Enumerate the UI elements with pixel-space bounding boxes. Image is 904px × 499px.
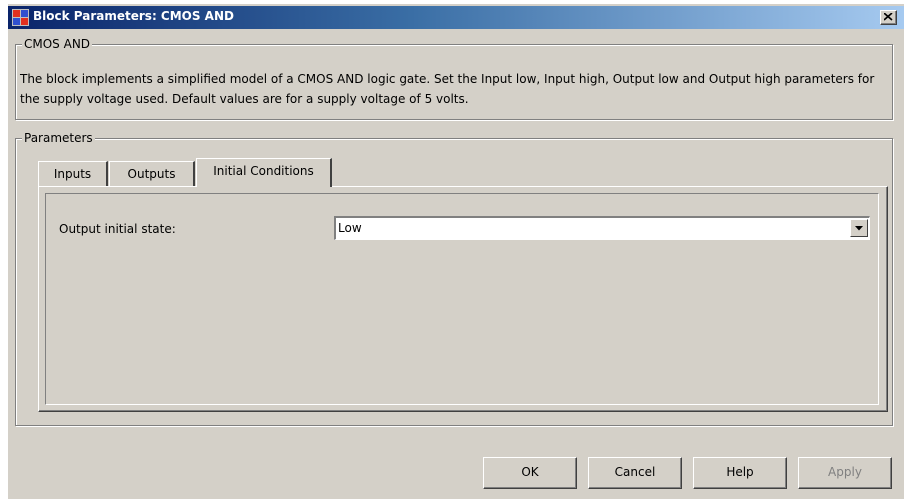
tab-initial-conditions[interactable]: Initial Conditions [196,158,332,187]
close-icon [884,13,893,21]
tab-initial-conditions-label: Initial Conditions [213,164,314,178]
window-title: Block Parameters: CMOS AND [33,9,234,23]
output-initial-state-label: Output initial state: [59,222,176,236]
help-button[interactable]: Help [693,457,787,489]
tab-outputs-label: Outputs [127,167,176,181]
help-button-label: Help [726,465,754,479]
dropdown-button[interactable] [850,219,868,237]
cancel-button-label: Cancel [614,465,656,479]
block-parameters-dialog: Block Parameters: CMOS AND CMOS AND The … [8,4,904,499]
cancel-button[interactable]: Cancel [588,457,682,489]
tab-outputs[interactable]: Outputs [109,161,195,187]
initial-conditions-content: Output initial state: Low [45,193,879,405]
output-initial-state-value: Low [338,221,362,235]
apply-button[interactable]: Apply [798,457,892,489]
title-bar[interactable]: Block Parameters: CMOS AND [8,6,904,29]
block-description-group: CMOS AND The block implements a simplifi… [15,37,893,120]
block-description: The block implements a simplified model … [20,72,875,106]
block-group-legend: CMOS AND [22,37,93,51]
tab-inputs[interactable]: Inputs [38,161,108,187]
close-button[interactable] [880,10,897,25]
parameters-group-legend: Parameters [22,131,95,145]
tab-inputs-label: Inputs [53,167,92,181]
ok-button[interactable]: OK [483,457,577,489]
simulink-block-icon [12,9,29,26]
initial-conditions-panel: Output initial state: Low [38,186,888,412]
ok-button-label: OK [521,465,539,479]
apply-button-label: Apply [828,465,862,479]
output-initial-state-select[interactable]: Low [334,216,870,240]
chevron-down-icon [855,226,863,231]
